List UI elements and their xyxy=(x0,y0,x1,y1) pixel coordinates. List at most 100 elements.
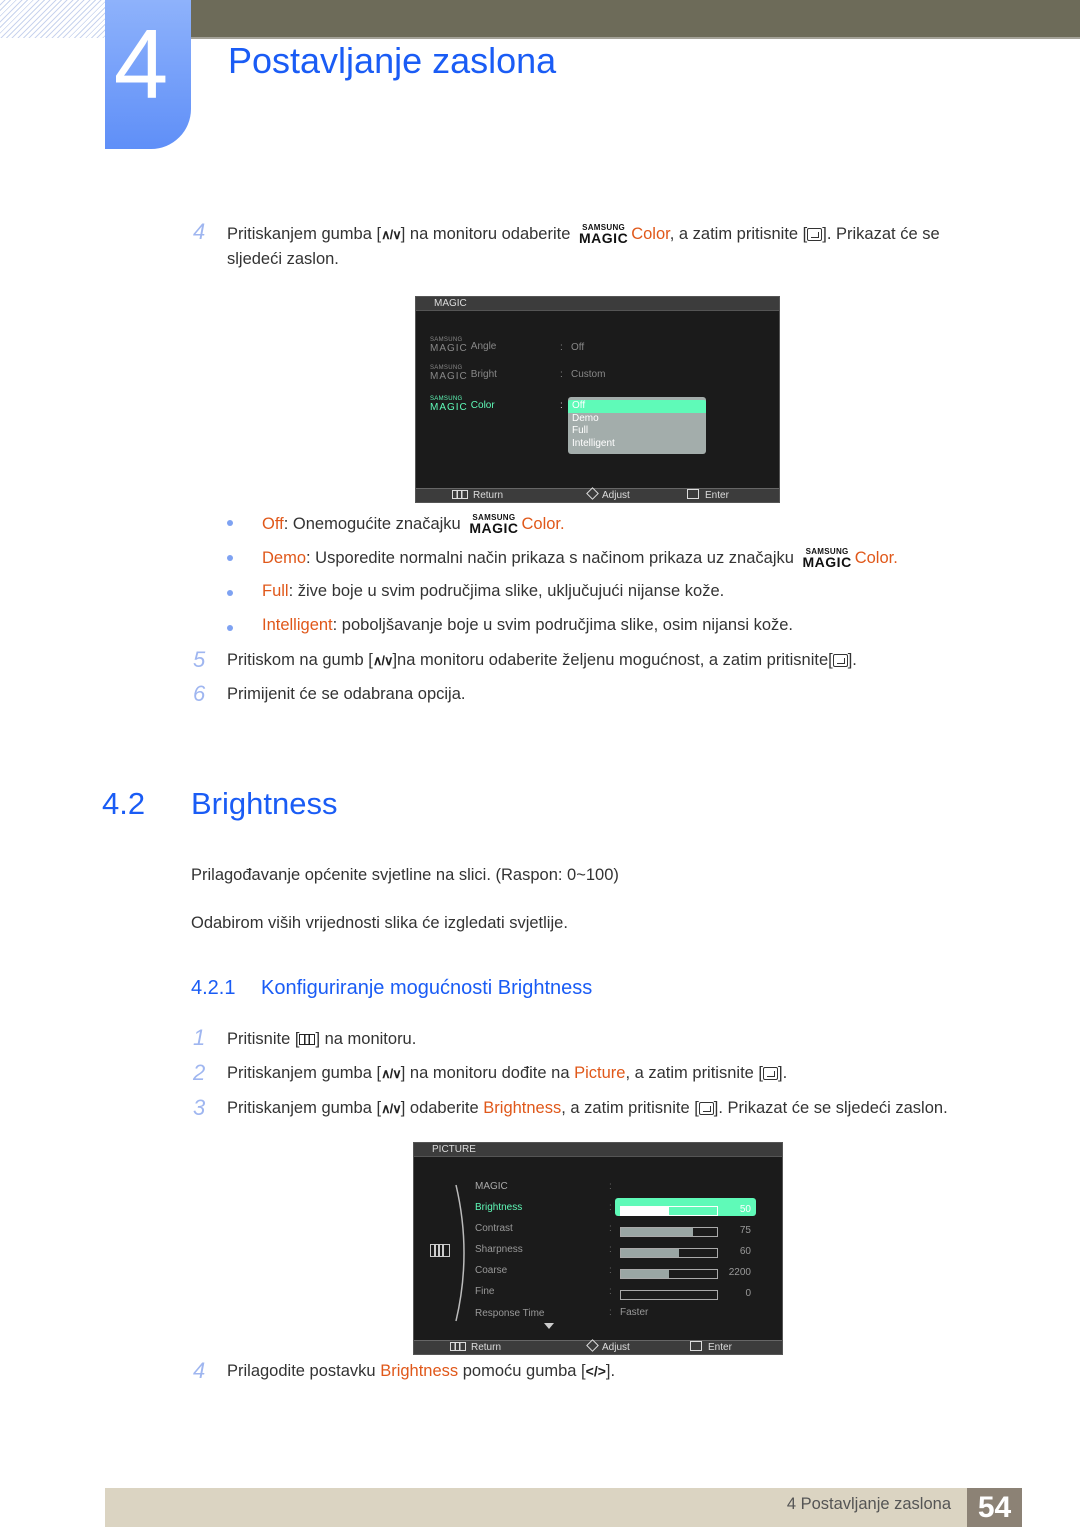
option-intelligent[interactable]: Intelligent xyxy=(568,438,706,451)
page-footer: 4 Postavljanje zaslona xyxy=(105,1488,967,1527)
logo-bottom: MAGIC xyxy=(430,343,468,354)
osd-value: Faster xyxy=(620,1307,649,1318)
subsection-number: 4.2.1 xyxy=(191,977,236,999)
osd-row-color: SAMSUNG MAGIC Color xyxy=(430,396,495,413)
bullet-dot xyxy=(227,590,233,596)
section-title: Brightness xyxy=(191,786,338,821)
footer-chapter: 4 Postavljanje zaslona xyxy=(786,1495,951,1513)
bullet-demo: Demo: Usporedite normalni način prikaza … xyxy=(262,547,898,569)
chapter-title: Postavljanje zaslona xyxy=(228,40,557,81)
step-number: 4 xyxy=(193,1358,206,1383)
highlight-term: Color xyxy=(631,225,670,243)
osd-sep: : xyxy=(560,342,563,353)
step-text-cont: sljedeći zaslon. xyxy=(227,250,339,268)
osd-label-brightness[interactable]: Brightness xyxy=(475,1202,522,1213)
scroll-down-icon[interactable] xyxy=(544,1323,554,1329)
bullet-dot xyxy=(227,625,233,631)
osd-value: 0 xyxy=(745,1288,751,1299)
osd-footer: Return Adjust Enter xyxy=(416,487,779,502)
highlight-term: Full xyxy=(262,582,289,600)
section-paragraph: Odabirom viših vrijednosti slika će izgl… xyxy=(191,914,568,932)
step-number: 1 xyxy=(193,1025,206,1050)
text: Pritiskom na gumb [ xyxy=(227,651,373,669)
section-paragraph: Prilagođavanje općenite svjetline na sli… xyxy=(191,866,619,884)
osd-label-contrast[interactable]: Contrast xyxy=(475,1223,513,1234)
samsung-magic-logo: SAMSUNG MAGIC xyxy=(469,513,519,536)
samsung-magic-logo: SAMSUNG MAGIC xyxy=(430,337,468,354)
up-down-icon: ∧/∨ xyxy=(372,653,394,668)
text: ] na monitoru dođite na xyxy=(400,1064,575,1082)
text: ] na monitoru odaberite xyxy=(400,225,571,243)
osd-sep: : xyxy=(560,400,563,411)
highlight-term: Intelligent xyxy=(262,616,333,634)
step-number: 6 xyxy=(193,681,206,706)
osd-sep: : xyxy=(609,1265,612,1276)
enter-icon xyxy=(832,654,848,667)
label: Adjust xyxy=(602,490,630,501)
osd-slider-coarse[interactable] xyxy=(620,1269,718,1279)
text: Pritiskanjem gumba [ xyxy=(227,1064,382,1082)
osd-enter: Enter xyxy=(687,489,729,502)
step-text: Pritiskom na gumb [∧/∨]na monitoru odabe… xyxy=(227,651,857,670)
header-hatch xyxy=(0,0,105,38)
step-text: Pritiskanjem gumba [∧/∨] na monitoru dođ… xyxy=(227,1064,787,1083)
bullet-full: Full: žive boje u svim područjima slike,… xyxy=(262,582,724,601)
diamond-icon xyxy=(586,1339,599,1352)
osd-return: Return xyxy=(452,489,503,502)
osd-title: MAGIC xyxy=(416,297,779,311)
osd-value: Off xyxy=(571,342,585,353)
osd-label-fine[interactable]: Fine xyxy=(475,1286,494,1297)
osd-footer: Return Adjust Enter xyxy=(414,1339,782,1354)
step-text: Prilagodite postavku Brightness pomoću g… xyxy=(227,1362,615,1381)
logo-bottom: MAGIC xyxy=(579,230,629,246)
option-off[interactable]: Off xyxy=(568,400,706,413)
text: , a zatim pritisnite [ xyxy=(561,1099,699,1117)
osd-sep: : xyxy=(609,1223,612,1234)
label: Angle xyxy=(470,341,497,352)
label: Return xyxy=(471,1342,502,1353)
samsung-magic-logo: SAMSUNG MAGIC xyxy=(430,365,468,382)
text: ]. xyxy=(605,1362,616,1380)
osd-row-bright: SAMSUNG MAGIC Bright xyxy=(430,365,497,382)
menu-icon xyxy=(450,1342,466,1351)
text: : Usporedite normalni način prikaza s na… xyxy=(306,549,794,567)
enter-icon xyxy=(690,1341,702,1351)
osd-slider-fine[interactable] xyxy=(620,1290,718,1300)
osd-slider-contrast[interactable] xyxy=(620,1227,718,1237)
step-text: Primijenit će se odabrana opcija. xyxy=(227,685,466,703)
text: Pritiskanjem gumba [ xyxy=(227,1099,382,1117)
highlight-term: Demo xyxy=(262,549,307,567)
osd-slider-sharpness[interactable] xyxy=(620,1248,718,1258)
logo-bottom: MAGIC xyxy=(430,402,468,413)
logo-bottom: MAGIC xyxy=(469,520,519,536)
osd-value: 60 xyxy=(739,1246,751,1257)
up-down-icon: ∧/∨ xyxy=(381,227,402,242)
text: ] odaberite xyxy=(400,1099,484,1117)
osd-label-response-time[interactable]: Response Time xyxy=(475,1308,544,1319)
menu-icon xyxy=(452,490,468,499)
osd-label-sharpness[interactable]: Sharpness xyxy=(475,1244,523,1255)
osd-sep: : xyxy=(609,1307,612,1318)
text: ]na monitoru odaberite željenu mogućnost… xyxy=(392,651,833,669)
menu-arc xyxy=(455,1184,465,1322)
option-demo[interactable]: Demo xyxy=(568,413,706,426)
osd-sep: : xyxy=(609,1286,612,1297)
text: : poboljšavanje boje u svim područjima s… xyxy=(332,616,794,634)
color-dropdown[interactable]: Off Demo Full Intelligent xyxy=(568,397,706,454)
osd-value: 75 xyxy=(739,1225,751,1236)
highlight-term: Off xyxy=(262,515,284,533)
bullet-off: Off: Onemogućite značajku SAMSUNG MAGIC Co… xyxy=(262,513,565,536)
highlight-term: Picture xyxy=(574,1064,626,1082)
bullet-intelligent: Intelligent: poboljšavanje boje u svim p… xyxy=(262,616,793,635)
label: Return xyxy=(473,490,504,501)
osd-enter: Enter xyxy=(690,1341,732,1354)
text: ]. Prikazat će se sljedeći zaslon. xyxy=(713,1099,948,1117)
osd-slider-brightness[interactable] xyxy=(620,1206,718,1216)
step-number: 5 xyxy=(193,647,206,672)
osd-label-coarse[interactable]: Coarse xyxy=(475,1265,507,1276)
subsection-title: Konfiguriranje mogućnosti Brightness xyxy=(261,977,593,999)
option-full[interactable]: Full xyxy=(568,425,706,438)
text: : žive boje u svim područjima slike, ukl… xyxy=(288,582,725,600)
slider-fill xyxy=(621,1207,669,1215)
osd-label-magic[interactable]: MAGIC xyxy=(475,1181,508,1192)
